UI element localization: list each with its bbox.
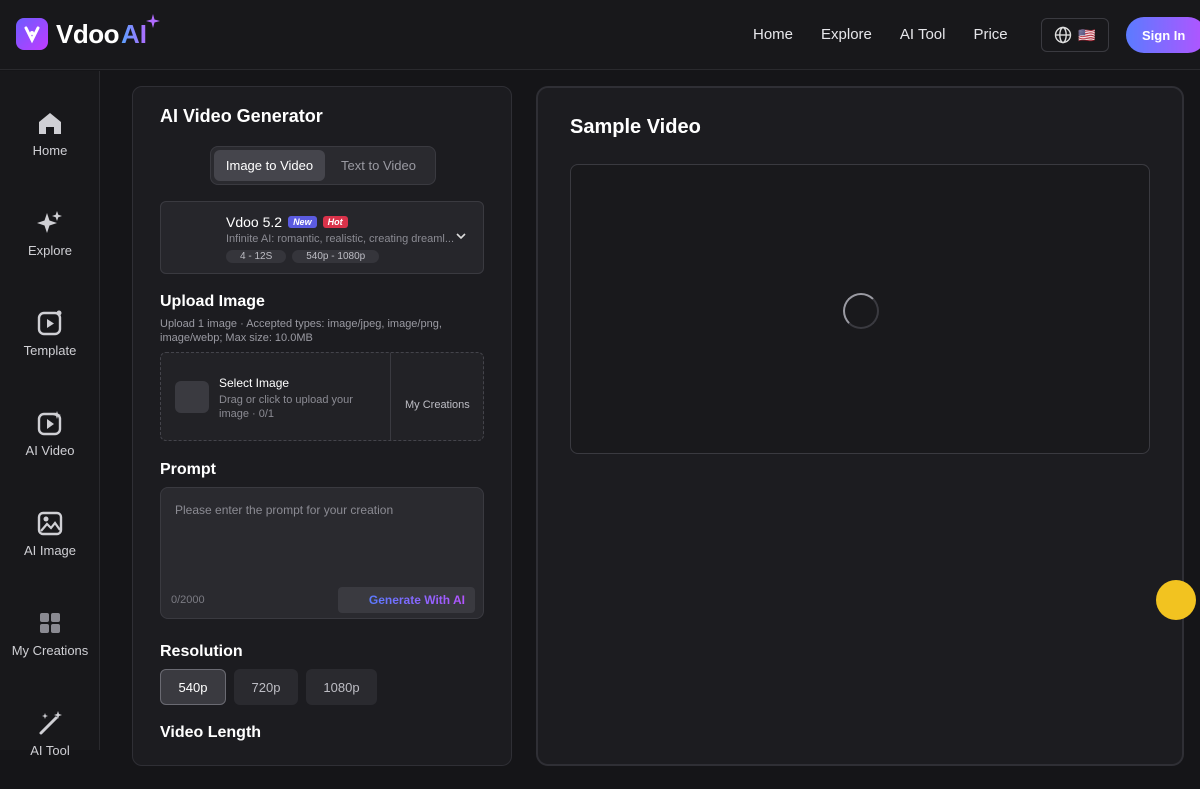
loading-spinner-icon [843, 293, 879, 329]
resolution-720p[interactable]: 720p [234, 669, 298, 705]
brand-ai: AI [121, 18, 147, 49]
brand-name: Vdoo [56, 18, 120, 49]
nav-price[interactable]: Price [973, 26, 1007, 43]
preview-title: Sample Video [570, 116, 701, 138]
sidebar-item-home[interactable]: Home [0, 109, 100, 189]
floating-action-button[interactable] [1156, 580, 1196, 620]
sidebar-item-my-creations[interactable]: My Creations [0, 609, 100, 689]
nav-ai-tool[interactable]: AI Tool [900, 26, 946, 43]
sidebar-item-label: AI Image [23, 543, 77, 558]
sidebar-item-ai-image[interactable]: AI Image [0, 509, 100, 589]
tab-text-to-video[interactable]: Text to Video [325, 150, 432, 181]
language-button[interactable]: 🇺🇸 [1041, 18, 1109, 52]
prompt-textarea[interactable]: Please enter the prompt for your creatio… [160, 487, 484, 619]
new-badge: New [288, 216, 317, 228]
flag-icon: 🇺🇸 [1078, 26, 1096, 43]
resolution-pill: 540p - 1080p [292, 250, 380, 263]
grid-icon [40, 613, 60, 633]
upload-hint: Upload 1 image · Accepted types: image/j… [160, 318, 442, 344]
globe-icon [1055, 26, 1072, 44]
sign-in-button[interactable]: Sign In [1126, 17, 1200, 53]
upload-title: Upload Image [160, 293, 265, 310]
sparkles-icon [37, 211, 62, 233]
logo-icon [16, 18, 48, 50]
ai-video-icon [37, 411, 62, 436]
model-name: Vdoo 5.2 [226, 214, 283, 230]
generate-with-ai-button[interactable]: Generate With AI [338, 587, 475, 613]
star-icon [146, 14, 160, 28]
ai-image-icon [37, 511, 63, 536]
sidebar-item-label: AI Tool [30, 743, 70, 758]
upload-dropzone[interactable]: Select Image Drag or click to upload you… [160, 352, 484, 441]
sidebar-item-label: Template [23, 343, 77, 358]
chevron-down-icon [456, 233, 466, 240]
sidebar-item-ai-tool[interactable]: AI Tool [0, 709, 100, 789]
generator-panel: AI Video Generator Image to Video Text t… [132, 86, 512, 766]
resolution-options: 540p 720p 1080p [160, 669, 377, 705]
select-image-title: Select Image [219, 376, 290, 390]
nav-home[interactable]: Home [753, 26, 793, 43]
top-bar: Vdoo AI Home Explore AI Tool Price 🇺🇸 Si… [0, 0, 1200, 70]
logo[interactable]: Vdoo AI [16, 14, 160, 50]
image-placeholder-icon [175, 381, 209, 413]
resolution-1080p[interactable]: 1080p [306, 669, 377, 705]
sidebar-item-explore[interactable]: Explore [0, 209, 100, 289]
sidebar-item-label: Explore [27, 243, 73, 258]
duration-pill: 4 - 12S [226, 250, 287, 263]
generate-with-ai-label: Generate With AI [368, 593, 465, 607]
video-length-title: Video Length [160, 724, 262, 741]
magic-wand-icon [39, 711, 62, 735]
mode-tabs: Image to Video Text to Video [210, 146, 436, 185]
prompt-title: Prompt [160, 461, 216, 478]
model-name-row: Vdoo 5.2 New Hot [226, 214, 348, 230]
video-player[interactable] [570, 164, 1150, 454]
hot-badge: Hot [322, 216, 348, 228]
sidebar-item-ai-video[interactable]: AI Video [0, 409, 100, 489]
sidebar-item-label: AI Video [25, 443, 75, 458]
select-image-sub: Drag or click to upload your image · 0/1 [219, 394, 353, 420]
sidebar: Home Explore Template AI Video AI Image … [0, 71, 100, 758]
divider [390, 353, 391, 440]
model-select[interactable]: Vdoo 5.2 New Hot Infinite AI: romantic, … [160, 201, 484, 274]
model-specs: 4 - 12S 540p - 1080p [226, 250, 380, 263]
sign-in-label: Sign In [1142, 27, 1186, 43]
home-icon [39, 113, 61, 134]
sidebar-item-label: My Creations [11, 643, 89, 658]
nav-explore[interactable]: Explore [821, 26, 872, 43]
resolution-title: Resolution [160, 643, 243, 660]
char-count: 0/2000 [171, 594, 205, 606]
tab-image-to-video[interactable]: Image to Video [214, 150, 325, 181]
template-icon [37, 310, 62, 336]
prompt-placeholder: Please enter the prompt for your creatio… [175, 503, 394, 517]
sidebar-item-label: Home [32, 143, 68, 158]
model-description: Infinite AI: romantic, realistic, creati… [226, 233, 455, 245]
panel-title: AI Video Generator [160, 106, 323, 126]
resolution-540p[interactable]: 540p [160, 669, 226, 705]
sample-video-panel: Sample Video [536, 86, 1184, 766]
my-creations-button[interactable]: My Creations [405, 399, 470, 411]
sidebar-item-template[interactable]: Template [0, 309, 100, 389]
main-nav: Home Explore AI Tool Price [753, 26, 1008, 43]
